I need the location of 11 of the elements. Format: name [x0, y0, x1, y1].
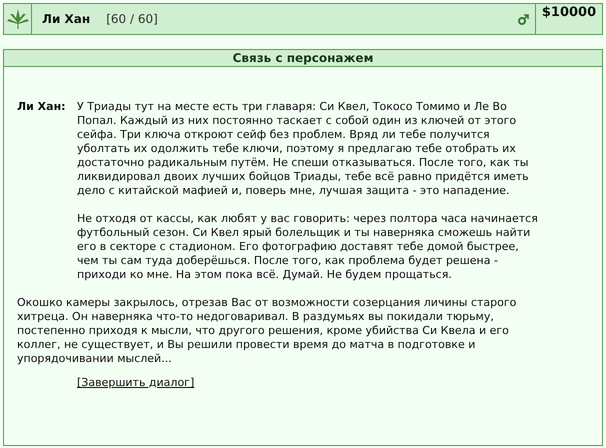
dialog-title: Связь с персонажем	[232, 51, 374, 65]
health-value: [60 / 60]	[106, 12, 158, 26]
end-dialog-link[interactable]: [Завершить диалог]	[77, 376, 194, 389]
speech-paragraph: Не отходя от кассы, как любят у вас говорить: через полтора часа начинается футбольный сезон. Си Квел ярый болельщик и ты наверняка сможешь найти его в секторе с стадионом. Его фотографию доставят тебе домой быстрее, чем ты сам туда доберёшься. После того, как проблема будет решена - приходи ко мне. На этом пока всё. Думай. Не будем прощаться.	[77, 212, 539, 282]
money-amount: $10000	[542, 6, 596, 22]
leaf-icon	[6, 8, 30, 30]
speech-paragraph: У Триады тут на месте есть три главаря: Си Квел, Токосо Томимо и Ле Во Попал. Каждый из них постоянно таскает с собой один из ключей от этого сейфа. Три ключа откроют сейф без проблем. Вряд ли тебе получится уболтать их одолжить тебе ключи, поэтому я предлагаю тебе отобрать их достаточно радикальным путём. Не спеши отказываться. После того, как ты ликвидировал двоих лучших бойцов Триады, тебе всё равно придётся иметь дело с китайской мафией и, поверь мне, лучшая защита - это нападение.	[77, 100, 530, 198]
speaker-name: Ли Хан:	[17, 100, 67, 115]
male-symbol-icon	[518, 14, 529, 24]
narration-text: Окошко камеры закрылось, отрезав Вас от возможности созерцания личины старого хитреца. Он наверняка что-то недоговаривал. В раздумьях вы покидали тюрьму, постепенно приходя к мысли, что другого решения, кроме убийства Си Квела и его коллег, не существует, и Вы решили провести время до матча в подготовке и упорядочивании мыслей...	[17, 296, 518, 366]
character-name: Ли Хан	[42, 12, 90, 26]
